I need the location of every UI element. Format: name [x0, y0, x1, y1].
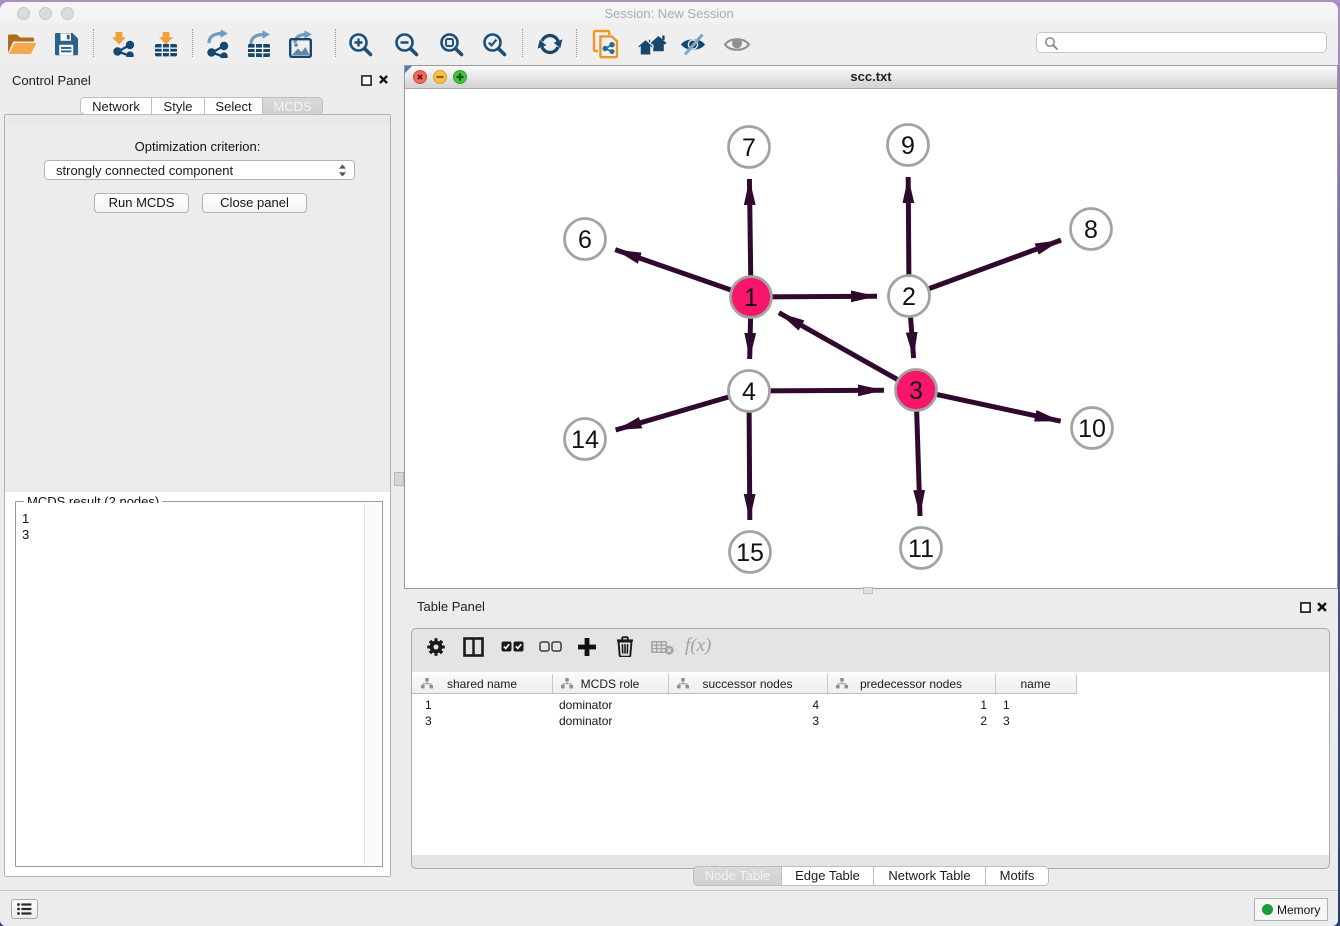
svg-text:4: 4 [742, 378, 756, 406]
svg-text:8: 8 [1084, 216, 1098, 244]
svg-text:2: 2 [902, 283, 916, 311]
svg-text:6: 6 [578, 226, 592, 254]
svg-text:7: 7 [742, 134, 756, 162]
svg-text:14: 14 [571, 426, 599, 454]
svg-text:11: 11 [908, 535, 934, 563]
svg-text:15: 15 [736, 539, 764, 567]
svg-text:10: 10 [1078, 415, 1106, 443]
svg-text:9: 9 [901, 132, 915, 160]
svg-text:1: 1 [744, 284, 758, 312]
svg-text:3: 3 [909, 377, 923, 405]
